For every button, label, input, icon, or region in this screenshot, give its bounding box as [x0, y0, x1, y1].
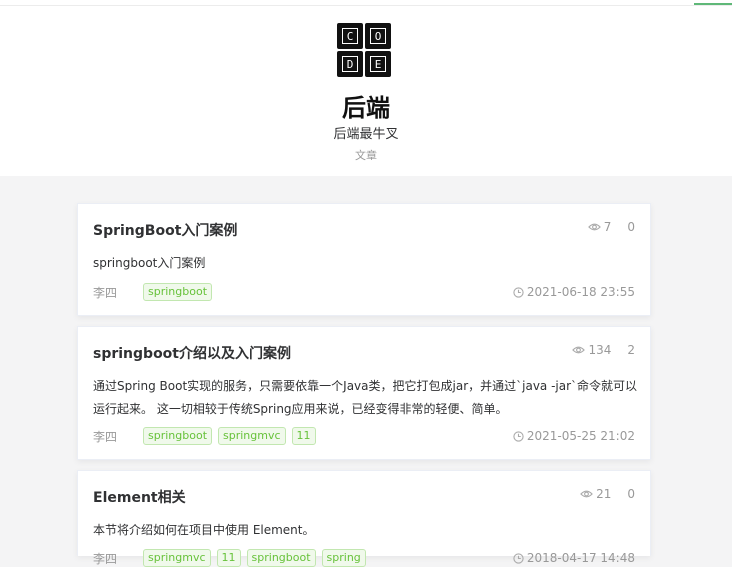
code-logo[interactable]: C O D E — [337, 23, 391, 77]
tag[interactable]: 11 — [216, 549, 241, 567]
tag[interactable]: springmvc — [143, 549, 211, 567]
view-count: 21 — [596, 487, 612, 501]
logo-cell: O — [365, 23, 391, 49]
comment-count: 0 — [627, 487, 635, 501]
comment-count: 0 — [627, 220, 635, 234]
article-footer: 李四 springmvc 11 springboot spring 2018-0… — [93, 549, 635, 567]
site-header: C O D E 后端 后端最牛叉 文章 — [0, 6, 732, 176]
article-stats: 7 0 — [587, 220, 635, 234]
author[interactable]: 李四 — [93, 284, 143, 301]
article-summary: 本节将介绍如何在项目中使用 Element。 — [93, 523, 315, 537]
article-date: 2021-06-18 23:55 — [513, 285, 635, 299]
nav-articles-link[interactable]: 文章 — [0, 147, 732, 163]
article-title[interactable]: Element相关 — [93, 487, 186, 507]
logo-cell: D — [337, 51, 363, 77]
comment-count: 2 — [627, 343, 635, 357]
article-stats: 21 0 — [580, 487, 635, 501]
article-card[interactable]: springboot介绍以及入门案例 134 2 通过Spring Boot实现… — [77, 326, 651, 460]
author[interactable]: 李四 — [93, 428, 143, 445]
eye-icon — [580, 490, 593, 498]
logo-cell: C — [337, 23, 363, 49]
article-summary: 通过Spring Boot实现的服务，只需要依靠一个Java类，把它打包成jar… — [93, 379, 638, 416]
article-card[interactable]: SpringBoot入门案例 7 0 springboot入门案例 李四 spr… — [77, 203, 651, 316]
article-footer: 李四 springboot springmvc 11 2021-05-25 21… — [93, 427, 635, 445]
clock-icon — [513, 286, 524, 298]
view-count: 134 — [588, 343, 612, 357]
eye-icon — [572, 346, 586, 354]
article-date: 2018-04-17 14:48 — [513, 551, 635, 565]
article-title[interactable]: SpringBoot入门案例 — [93, 220, 237, 240]
article-stats: 134 2 — [572, 343, 635, 357]
article-title[interactable]: springboot介绍以及入门案例 — [93, 343, 291, 363]
article-summary: springboot入门案例 — [93, 256, 206, 270]
tag[interactable]: springboot — [246, 549, 316, 567]
view-count: 7 — [603, 220, 612, 234]
date-text: 2021-06-18 23:55 — [526, 285, 635, 299]
tag[interactable]: springboot — [143, 283, 213, 301]
clock-icon — [513, 552, 524, 564]
article-footer: 李四 springboot 2021-06-18 23:55 — [93, 283, 635, 301]
tag[interactable]: springmvc — [218, 427, 286, 445]
site-title: 后端 — [342, 94, 390, 122]
date-text: 2018-04-17 14:48 — [526, 551, 635, 565]
site-subtitle: 后端最牛叉 — [333, 127, 399, 142]
article-card[interactable]: Element相关 21 0 本节将介绍如何在项目中使用 Element。 李四… — [77, 470, 651, 567]
eye-icon — [587, 223, 601, 231]
article-date: 2021-05-25 21:02 — [513, 429, 635, 443]
tag[interactable]: springboot — [143, 427, 213, 445]
logo-cell: E — [365, 51, 391, 77]
top-bar-accent — [694, 3, 732, 5]
clock-icon — [513, 430, 524, 442]
date-text: 2021-05-25 21:02 — [526, 429, 635, 443]
tag[interactable]: spring — [321, 549, 366, 567]
tag[interactable]: 11 — [291, 427, 316, 445]
author[interactable]: 李四 — [93, 550, 143, 567]
